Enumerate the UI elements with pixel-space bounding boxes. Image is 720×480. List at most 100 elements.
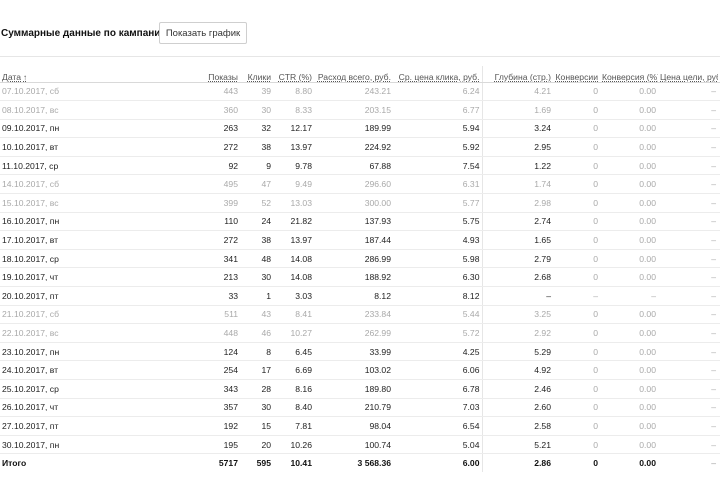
- row-goal-cost: –: [658, 82, 718, 102]
- row-cpc: 5.72: [393, 323, 482, 343]
- row-date: 24.10.2017, вт: [0, 360, 80, 380]
- row-clicks: 28: [240, 379, 273, 399]
- row-spend: 262.99: [314, 323, 393, 343]
- row-cpc: 6.54: [393, 416, 482, 436]
- table-header-row: Дата ↑ Показы Клики CTR (%) Расход всего,…: [0, 66, 720, 83]
- column-header-conv-rate[interactable]: Конверсия (%): [600, 66, 658, 83]
- row-depth: 2.79: [481, 249, 553, 269]
- row-conversions: 0: [553, 379, 600, 399]
- row-date: 09.10.2017, пн: [0, 119, 80, 139]
- row-depth: 4.92: [481, 360, 553, 380]
- row-conv-rate: 0.00: [600, 249, 658, 269]
- row-depth: 3.25: [481, 305, 553, 325]
- row-date: 23.10.2017, пн: [0, 342, 80, 362]
- column-header-date[interactable]: Дата ↑: [0, 66, 80, 83]
- row-cpc: 7.03: [393, 398, 482, 418]
- row-goal-cost: –: [658, 193, 718, 213]
- row-conversions: 0: [553, 119, 600, 139]
- table-row: 24.10.2017, вт 254 17 6.69 103.02 6.06 4.92 0 0.…: [0, 360, 720, 380]
- row-date: 20.10.2017, пт: [0, 286, 80, 306]
- row-ctr: 7.81: [273, 416, 314, 436]
- row-spend: 187.44: [314, 230, 393, 250]
- row-clicks: 30: [240, 398, 273, 418]
- row-clicks: 52: [240, 193, 273, 213]
- row-depth: 3.24: [481, 119, 553, 139]
- table-row: 09.10.2017, пн 263 32 12.17 189.99 5.94 3.24 0 0…: [0, 119, 720, 139]
- row-depth: 2.74: [481, 212, 553, 232]
- column-header-spend[interactable]: Расход всего, руб.: [314, 66, 393, 83]
- column-header-goal-cost[interactable]: Цена цели, руб.: [658, 66, 718, 83]
- total-shows: 5717: [80, 453, 240, 473]
- row-shows: 343: [80, 379, 240, 399]
- row-shows: 341: [80, 249, 240, 269]
- row-conv-rate: 0.00: [600, 82, 658, 102]
- row-cpc: 5.44: [393, 305, 482, 325]
- row-spend: 189.99: [314, 119, 393, 139]
- row-cpc: 6.78: [393, 379, 482, 399]
- row-conversions: 0: [553, 342, 600, 362]
- total-clicks: 595: [240, 453, 273, 473]
- row-clicks: 32: [240, 119, 273, 139]
- row-conv-rate: 0.00: [600, 435, 658, 455]
- row-conv-rate: 0.00: [600, 174, 658, 195]
- table-row: 19.10.2017, чт 213 30 14.08 188.92 6.30 2.68 0 0…: [0, 267, 720, 288]
- total-label: Итого: [0, 453, 80, 473]
- column-header-conversions[interactable]: Конверсии: [553, 66, 600, 83]
- table-row: 17.10.2017, вт 272 38 13.97 187.44 4.93 1.65 0 0…: [0, 230, 720, 250]
- row-spend: 100.74: [314, 435, 393, 455]
- summary-header: Суммарные данные по кампании Показать гр…: [0, 22, 720, 46]
- row-goal-cost: –: [658, 305, 718, 325]
- column-header-cpc[interactable]: Ср. цена клика, руб.: [393, 66, 482, 83]
- row-goal-cost: –: [658, 398, 718, 418]
- row-spend: 33.99: [314, 342, 393, 362]
- row-conv-rate: 0.00: [600, 156, 658, 176]
- row-clicks: 9: [240, 156, 273, 176]
- row-conv-rate: 0.00: [600, 119, 658, 139]
- row-shows: 399: [80, 193, 240, 213]
- row-clicks: 47: [240, 174, 273, 195]
- row-goal-cost: –: [658, 435, 718, 455]
- row-cpc: 4.93: [393, 230, 482, 250]
- row-clicks: 17: [240, 360, 273, 380]
- row-ctr: 21.82: [273, 212, 314, 232]
- column-header-clicks[interactable]: Клики: [240, 66, 273, 83]
- row-spend: 103.02: [314, 360, 393, 380]
- row-date: 10.10.2017, вт: [0, 137, 80, 157]
- sort-ascending-icon: ↑: [23, 72, 28, 82]
- row-conversions: 0: [553, 267, 600, 288]
- divider: [0, 56, 720, 57]
- row-spend: 188.92: [314, 267, 393, 288]
- row-date: 27.10.2017, пт: [0, 416, 80, 436]
- row-clicks: 39: [240, 82, 273, 102]
- row-date: 25.10.2017, ср: [0, 379, 80, 399]
- row-cpc: 6.06: [393, 360, 482, 380]
- row-depth: 1.65: [481, 230, 553, 250]
- row-clicks: 15: [240, 416, 273, 436]
- column-header-ctr[interactable]: CTR (%): [273, 66, 314, 83]
- row-conversions: 0: [553, 305, 600, 325]
- row-goal-cost: –: [658, 119, 718, 139]
- row-date: 30.10.2017, пн: [0, 435, 80, 455]
- row-ctr: 12.17: [273, 119, 314, 139]
- row-goal-cost: –: [658, 249, 718, 269]
- total-ctr: 10.41: [273, 453, 314, 473]
- row-shows: 272: [80, 137, 240, 157]
- row-ctr: 8.16: [273, 379, 314, 399]
- row-date: 08.10.2017, вс: [0, 100, 80, 120]
- row-shows: 254: [80, 360, 240, 380]
- column-header-depth[interactable]: Глубина (стр.): [481, 66, 553, 83]
- row-spend: 8.12: [314, 286, 393, 306]
- row-goal-cost: –: [658, 230, 718, 250]
- row-clicks: 43: [240, 305, 273, 325]
- row-spend: 98.04: [314, 416, 393, 436]
- table-row: 20.10.2017, пт 33 1 3.03 8.12 8.12– – – –: [0, 286, 720, 306]
- column-header-shows[interactable]: Показы: [80, 66, 240, 83]
- row-ctr: 8.33: [273, 100, 314, 120]
- row-conversions: 0: [553, 416, 600, 436]
- row-goal-cost: –: [658, 100, 718, 120]
- row-conversions: 0: [553, 398, 600, 418]
- row-clicks: 24: [240, 212, 273, 232]
- row-cpc: 5.04: [393, 435, 482, 455]
- show-graph-button[interactable]: Показать график: [159, 22, 247, 44]
- table-row: 11.10.2017, ср 92 9 9.78 67.88 7.54 1.22 0 0.00–: [0, 156, 720, 176]
